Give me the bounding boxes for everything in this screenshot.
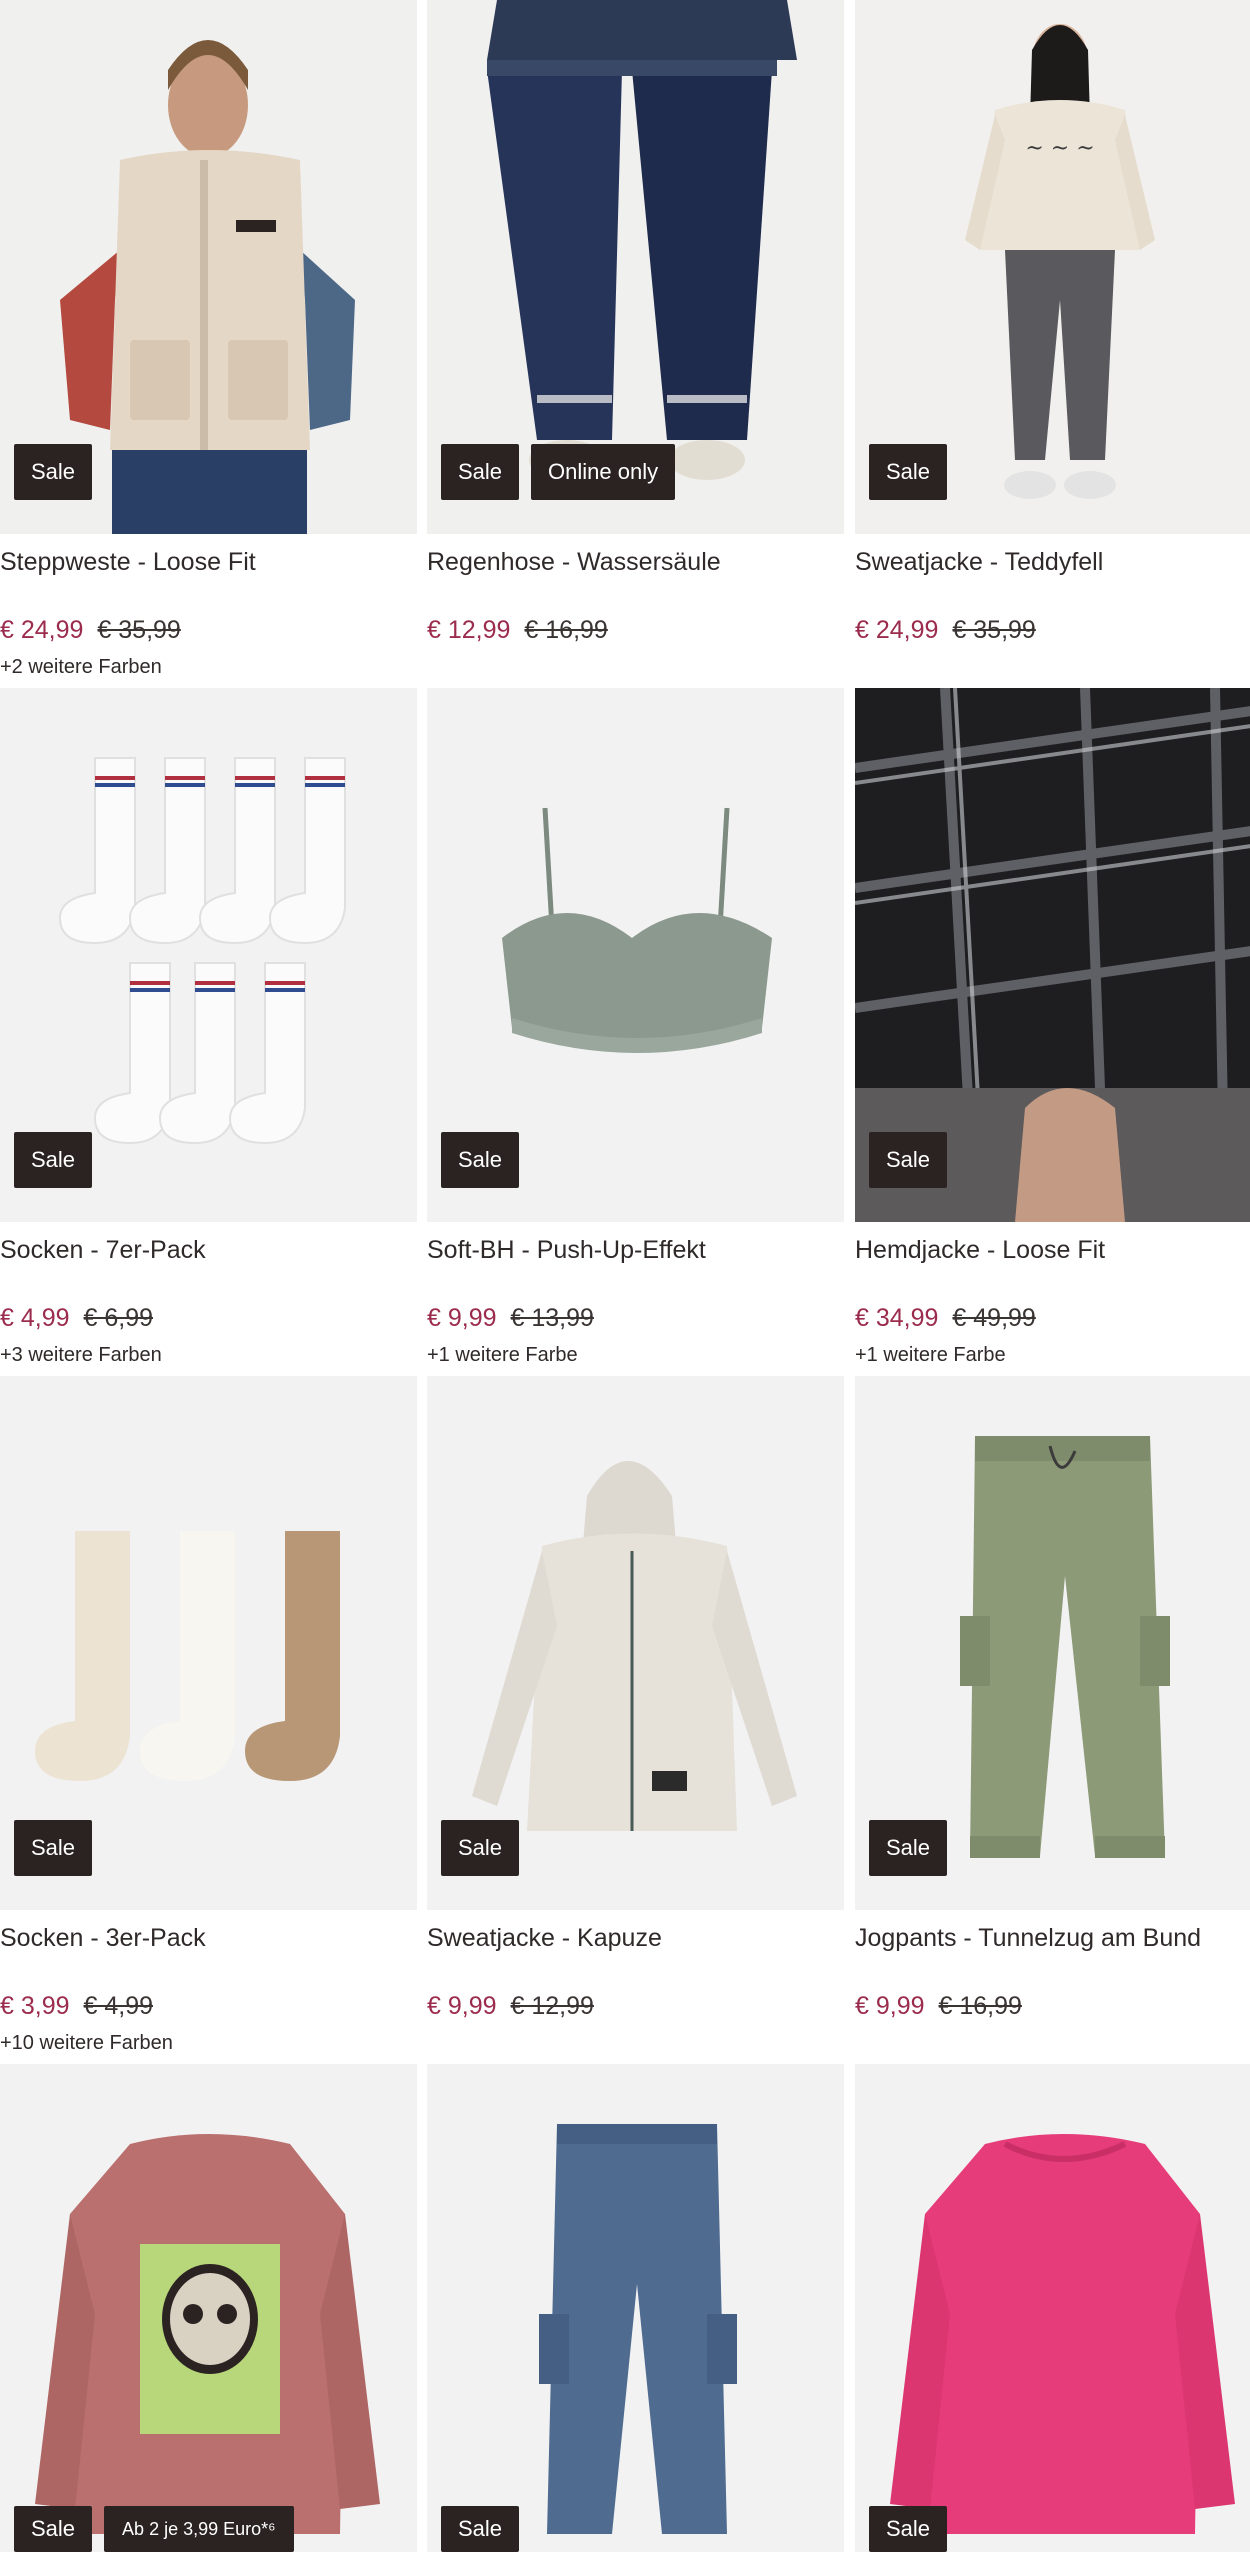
product-prices: € 3,99 € 4,99: [0, 1992, 153, 2021]
sale-price: € 12,99: [427, 616, 511, 644]
product-card[interactable]: Sale Ab 2 je 3,99 Euro*⁶: [0, 2064, 417, 2552]
product-image[interactable]: Sale Online only: [427, 0, 844, 534]
original-price: € 13,99: [510, 1304, 594, 1332]
sale-badge: Sale: [14, 444, 93, 500]
product-card[interactable]: Sale Soft-BH - Push-Up-Effekt € 9,99 € 13…: [427, 688, 844, 1376]
product-image[interactable]: Sale: [855, 688, 1250, 1222]
sale-badge: Sale: [14, 1820, 93, 1876]
badge-group: Sale: [441, 1820, 520, 1876]
sale-badge: Sale: [869, 2506, 948, 2552]
original-price: € 12,99: [510, 1992, 594, 2020]
original-price: € 49,99: [952, 1304, 1036, 1332]
product-image[interactable]: Sale: [427, 2064, 844, 2552]
product-image[interactable]: Sale: [427, 1376, 844, 1910]
product-title[interactable]: Sweatjacke - Kapuze: [427, 1924, 662, 1953]
product-prices: € 24,99 € 35,99: [0, 616, 181, 645]
badge-group: Sale: [869, 444, 948, 500]
more-colors-link[interactable]: +1 weitere Farbe: [855, 1344, 1006, 1367]
product-title[interactable]: Socken - 7er-Pack: [0, 1236, 206, 1265]
badge-group: Sale: [14, 1820, 93, 1876]
sale-price: € 4,99: [0, 1304, 70, 1332]
product-card[interactable]: Sale Socken - 3er-Pack € 3,99 € 4,99 +10 …: [0, 1376, 417, 2064]
more-colors-link[interactable]: +3 weitere Farben: [0, 1344, 162, 1367]
pink-longsleeve-image: [855, 2064, 1250, 2552]
sale-price: € 34,99: [855, 1304, 939, 1332]
product-card[interactable]: Sale Steppweste - Loose Fit € 24,99 € 35,…: [0, 0, 417, 688]
online-only-badge: Online only: [531, 444, 676, 500]
product-image[interactable]: ~ ~ ~ Sale: [855, 0, 1250, 534]
original-price: € 35,99: [952, 616, 1036, 644]
product-title[interactable]: Soft-BH - Push-Up-Effekt: [427, 1236, 706, 1265]
sale-badge: Sale: [869, 1820, 948, 1876]
sale-badge: Sale: [869, 1132, 948, 1188]
original-price: € 4,99: [83, 1992, 154, 2020]
sale-badge: Sale: [14, 1132, 93, 1188]
badge-group: Sale: [869, 1132, 948, 1188]
sale-badge: Sale: [441, 2506, 520, 2552]
product-title[interactable]: Steppweste - Loose Fit: [0, 548, 256, 577]
product-card[interactable]: ~ ~ ~ Sale Sweatjacke - Teddyfell € 24,9…: [855, 0, 1250, 688]
badge-group: Sale: [14, 444, 93, 500]
product-image[interactable]: Sale: [0, 688, 417, 1222]
badge-group: Sale Ab 2 je 3,99 Euro*⁶: [14, 2506, 294, 2552]
product-title[interactable]: Hemdjacke - Loose Fit: [855, 1236, 1105, 1265]
badge-group: Sale: [441, 1132, 520, 1188]
sale-badge: Sale: [441, 1820, 520, 1876]
original-price: € 16,99: [524, 616, 608, 644]
jeans-jogger-image: [427, 2064, 844, 2552]
skull-longsleeve-image: [0, 2064, 417, 2552]
sale-badge: Sale: [441, 444, 520, 500]
product-image[interactable]: Sale: [0, 1376, 417, 1910]
badge-group: Sale Online only: [441, 444, 676, 500]
original-price: € 35,99: [97, 616, 181, 644]
svg-text:~ ~ ~: ~ ~ ~: [1025, 136, 1094, 161]
sale-price: € 3,99: [0, 1992, 70, 2020]
product-image[interactable]: Sale: [0, 0, 417, 534]
product-image[interactable]: Sale: [427, 688, 844, 1222]
product-image[interactable]: Sale: [855, 1376, 1250, 1910]
more-colors-link[interactable]: +10 weitere Farben: [0, 2032, 173, 2055]
product-card[interactable]: Sale Online only Regenhose - Wassersäule…: [427, 0, 844, 688]
badge-group: Sale: [441, 2506, 520, 2552]
sale-badge: Sale: [14, 2506, 93, 2552]
product-title[interactable]: Jogpants - Tunnelzug am Bund: [855, 1924, 1201, 1953]
sale-price: € 9,99: [427, 1992, 497, 2020]
sale-badge: Sale: [441, 1132, 520, 1188]
badge-group: Sale: [869, 1820, 948, 1876]
sale-price: € 24,99: [0, 616, 84, 644]
product-card[interactable]: Sale: [855, 2064, 1250, 2552]
product-title[interactable]: Regenhose - Wassersäule: [427, 548, 721, 577]
badge-group: Sale: [14, 1132, 93, 1188]
original-price: € 16,99: [938, 1992, 1022, 2020]
original-price: € 6,99: [83, 1304, 154, 1332]
sale-price: € 24,99: [855, 616, 939, 644]
product-prices: € 9,99 € 16,99: [855, 1992, 1022, 2021]
more-colors-link[interactable]: +2 weitere Farben: [0, 656, 162, 679]
product-card[interactable]: Sale: [427, 2064, 844, 2552]
product-card[interactable]: Sale Sweatjacke - Kapuze € 9,99 € 12,99: [427, 1376, 844, 2064]
product-prices: € 24,99 € 35,99: [855, 616, 1036, 645]
sale-price: € 9,99: [427, 1304, 497, 1332]
sale-badge: Sale: [869, 444, 948, 500]
sale-price: € 9,99: [855, 1992, 925, 2020]
product-card[interactable]: Sale Jogpants - Tunnelzug am Bund € 9,99…: [855, 1376, 1250, 2064]
product-grid: Sale Steppweste - Loose Fit € 24,99 € 35,…: [0, 0, 1250, 2552]
product-prices: € 9,99 € 13,99: [427, 1304, 594, 1333]
badge-group: Sale: [869, 2506, 948, 2552]
product-card[interactable]: Sale Hemdjacke - Loose Fit € 34,99 € 49,9…: [855, 688, 1250, 1376]
product-card[interactable]: Sale Socken - 7er-Pack € 4,99 € 6,99 +3 w…: [0, 688, 417, 1376]
product-prices: € 4,99 € 6,99: [0, 1304, 153, 1333]
product-image[interactable]: Sale: [855, 2064, 1250, 2552]
product-title[interactable]: Socken - 3er-Pack: [0, 1924, 206, 1953]
product-prices: € 12,99 € 16,99: [427, 616, 608, 645]
product-title[interactable]: Sweatjacke - Teddyfell: [855, 548, 1103, 577]
product-prices: € 9,99 € 12,99: [427, 1992, 594, 2021]
product-image[interactable]: Sale Ab 2 je 3,99 Euro*⁶: [0, 2064, 417, 2552]
promo-badge: Ab 2 je 3,99 Euro*⁶: [104, 2506, 294, 2552]
more-colors-link[interactable]: +1 weitere Farbe: [427, 1344, 578, 1367]
product-prices: € 34,99 € 49,99: [855, 1304, 1036, 1333]
